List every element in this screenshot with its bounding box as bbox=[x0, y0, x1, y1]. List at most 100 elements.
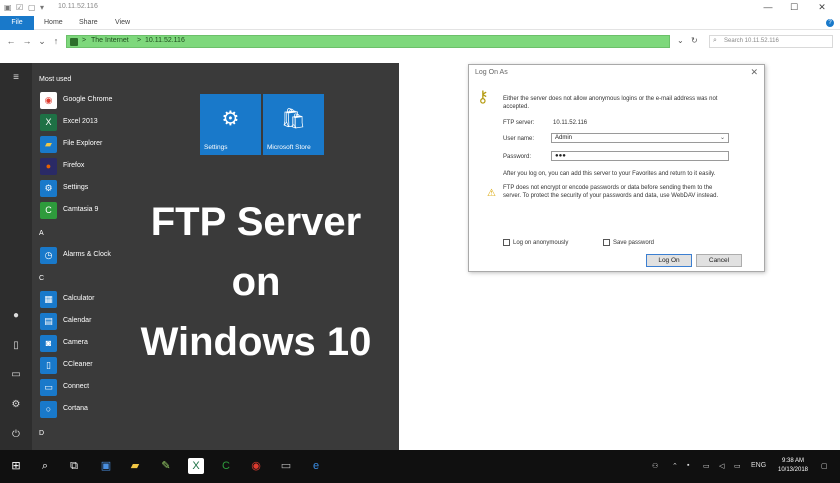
dialog-title: Log On As bbox=[475, 69, 508, 76]
language-indicator[interactable]: ENG bbox=[751, 462, 766, 469]
connect-icon: ▭ bbox=[40, 379, 57, 396]
forward-arrow-icon[interactable]: → bbox=[21, 35, 33, 47]
excel-icon[interactable]: X bbox=[188, 458, 204, 474]
new-folder-icon[interactable]: ▢ bbox=[28, 3, 37, 12]
chrome-icon: ◉ bbox=[40, 92, 57, 109]
navigation-bar: ← → ⌄ ↑ > The Internet > 10.11.52.116 ⌄ … bbox=[0, 31, 840, 51]
app-tray-icon[interactable]: ▪ bbox=[687, 462, 689, 469]
security-warning: FTP does not encrypt or encode passwords… bbox=[503, 185, 713, 191]
folder-icon: ▣ bbox=[4, 3, 12, 12]
chrome-icon[interactable]: ◉ bbox=[248, 458, 264, 474]
file-explorer-icon[interactable]: ▰ bbox=[127, 458, 143, 474]
pictures-icon[interactable]: ▭ bbox=[10, 369, 22, 381]
tile-microsoft-store[interactable]: 🛍 Microsoft Store bbox=[263, 94, 324, 155]
app-label: Calculator bbox=[63, 295, 95, 302]
notifications-icon[interactable]: ▢ bbox=[821, 462, 828, 470]
app-label: Google Chrome bbox=[63, 96, 113, 103]
username-value: Admin bbox=[555, 135, 573, 141]
document-icon[interactable]: ▯ bbox=[10, 340, 22, 352]
app-label: Excel 2013 bbox=[63, 118, 98, 125]
app-cortana[interactable]: ○ Cortana bbox=[38, 400, 188, 420]
app-settings[interactable]: ⚙ Settings bbox=[38, 179, 188, 199]
app-connect[interactable]: ▭ Connect bbox=[38, 378, 188, 398]
section-header-a[interactable]: A bbox=[39, 230, 44, 237]
camtasia-icon: C bbox=[40, 202, 57, 219]
tab-view[interactable]: View bbox=[115, 16, 130, 30]
paint-icon[interactable]: ✎ bbox=[158, 458, 174, 474]
app-file-explorer[interactable]: ▰ File Explorer bbox=[38, 135, 188, 155]
tile-settings[interactable]: ⚙ Settings bbox=[200, 94, 261, 155]
log-on-button[interactable]: Log On bbox=[646, 254, 692, 267]
network-icon[interactable]: ▭ bbox=[703, 462, 710, 470]
password-field[interactable]: ●●● bbox=[551, 151, 729, 161]
ccleaner-icon: ▯ bbox=[40, 357, 57, 374]
app-label: Cortana bbox=[63, 405, 88, 412]
battery-icon[interactable]: ▭ bbox=[734, 462, 741, 470]
tab-home[interactable]: Home bbox=[44, 16, 63, 30]
section-header-c[interactable]: C bbox=[39, 275, 44, 282]
hamburger-icon[interactable]: ≡ bbox=[10, 72, 22, 84]
camera-icon: ◙ bbox=[40, 335, 57, 352]
anonymous-label: Log on anonymously bbox=[513, 240, 569, 246]
start-menu: ≡ ● ▯ ▭ ⚙ ⏻ Most used ◉ Google Chrome X … bbox=[0, 63, 399, 450]
address-bar[interactable]: > The Internet > 10.11.52.116 bbox=[66, 35, 670, 48]
search-icon[interactable]: ⌕ bbox=[37, 458, 53, 474]
save-password-checkbox[interactable] bbox=[603, 239, 610, 246]
up-arrow-icon[interactable]: ↑ bbox=[50, 35, 62, 47]
alarm-icon: ◷ bbox=[40, 247, 57, 264]
close-button[interactable]: ✕ bbox=[814, 2, 830, 13]
camtasia-icon[interactable]: C bbox=[218, 458, 234, 474]
app-label: CCleaner bbox=[63, 361, 93, 368]
section-header-most-used: Most used bbox=[39, 76, 72, 83]
chevron-down-icon[interactable]: ⌄ bbox=[720, 134, 725, 142]
address-dropdown-icon[interactable]: ⌄ bbox=[677, 36, 684, 45]
breadcrumb-the-internet[interactable]: The Internet bbox=[91, 37, 129, 44]
search-input[interactable]: ⌕ Search 10.11.52.116 bbox=[709, 35, 833, 48]
app-google-chrome[interactable]: ◉ Google Chrome bbox=[38, 91, 188, 111]
anonymous-checkbox[interactable] bbox=[503, 239, 510, 246]
tab-file[interactable]: File bbox=[0, 16, 34, 30]
volume-icon[interactable]: ◁ bbox=[719, 462, 724, 470]
network-app-icon[interactable]: ▣ bbox=[98, 458, 114, 474]
clock[interactable]: 9:38 AM 10/13/2018 bbox=[771, 457, 815, 475]
show-hidden-icons-icon[interactable]: ⌃ bbox=[672, 462, 678, 470]
security-warning-continued: server. To protect the security of your … bbox=[503, 193, 719, 199]
save-password-label: Save password bbox=[613, 240, 655, 246]
tab-share[interactable]: Share bbox=[79, 16, 98, 30]
settings-icon[interactable]: ⚙ bbox=[10, 399, 22, 411]
app-label: Firefox bbox=[63, 162, 85, 169]
help-icon[interactable]: ? bbox=[826, 19, 834, 27]
taskbar: ⊞ ⌕ ⧉ ▣ ▰ ✎ X C ◉ ▭ e ⚇ ⌃ ▪ ▭ ◁ ▭ ENG 9:… bbox=[0, 450, 840, 483]
refresh-icon[interactable]: ↻ bbox=[691, 36, 698, 45]
breadcrumb-server[interactable]: 10.11.52.116 bbox=[145, 37, 185, 44]
maximize-button[interactable]: ☐ bbox=[786, 2, 802, 13]
edge-icon[interactable]: e bbox=[308, 458, 324, 474]
customize-toolbar-icon[interactable]: ▾ bbox=[40, 3, 49, 12]
breadcrumb-separator: > bbox=[137, 37, 142, 44]
window-title: 10.11.52.116 bbox=[58, 3, 98, 10]
warning-icon: ⚠ bbox=[487, 188, 496, 199]
gear-icon: ⚙ bbox=[40, 180, 57, 197]
terminal-icon[interactable]: ▭ bbox=[278, 458, 294, 474]
task-view-icon[interactable]: ⧉ bbox=[66, 458, 82, 474]
cancel-button[interactable]: Cancel bbox=[696, 254, 742, 267]
app-excel-2013[interactable]: X Excel 2013 bbox=[38, 113, 188, 133]
section-header-d[interactable]: D bbox=[39, 430, 44, 437]
user-icon[interactable]: ● bbox=[10, 310, 22, 322]
windows-start-icon[interactable]: ⊞ bbox=[8, 458, 24, 474]
headline-line-2: on bbox=[231, 260, 281, 304]
app-label: Connect bbox=[63, 383, 90, 390]
people-icon[interactable]: ⚇ bbox=[652, 462, 658, 470]
app-firefox[interactable]: ● Firefox bbox=[38, 157, 188, 177]
username-field[interactable]: Admin ⌄ bbox=[551, 133, 729, 143]
power-icon[interactable]: ⏻ bbox=[10, 429, 22, 441]
username-label: User name: bbox=[503, 136, 535, 142]
app-label: Alarms & Clock bbox=[63, 251, 111, 258]
properties-icon[interactable]: ☑ bbox=[16, 3, 25, 12]
recent-locations-icon[interactable]: ⌄ bbox=[36, 35, 48, 47]
minimize-button[interactable]: — bbox=[760, 2, 776, 13]
explorer-title-bar: ▣ ☑ ▢ ▾ 10.11.52.116 — ☐ ✕ bbox=[0, 0, 840, 16]
dialog-close-button[interactable]: ✕ bbox=[750, 67, 758, 78]
desktop-screen: ▣ ☑ ▢ ▾ 10.11.52.116 — ☐ ✕ File Home Sha… bbox=[0, 0, 840, 483]
back-arrow-icon[interactable]: ← bbox=[5, 35, 17, 47]
